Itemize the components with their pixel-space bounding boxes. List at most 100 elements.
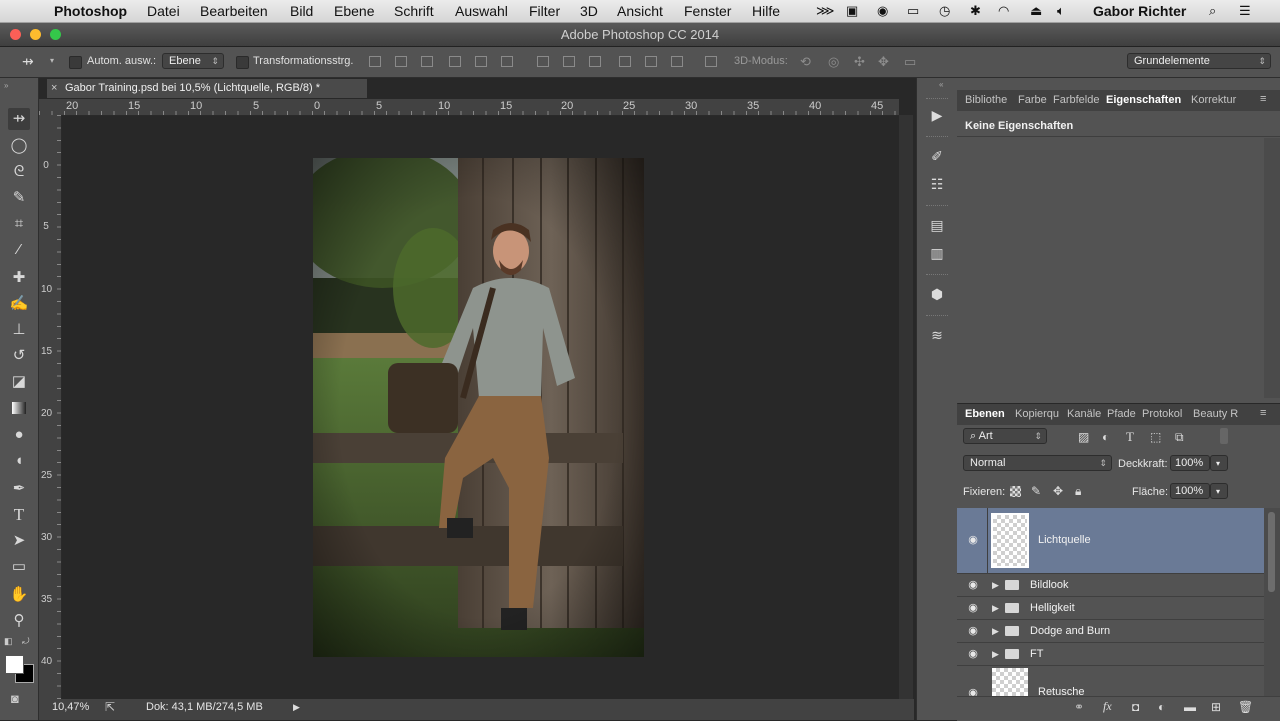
user-name[interactable]: Gabor Richter xyxy=(1093,3,1186,19)
new-group-icon[interactable]: ▬ xyxy=(1184,700,1196,714)
layer-row[interactable]: ◉ ▶ Helligkeit xyxy=(957,597,1264,620)
document-tab[interactable]: × Gabor Training.psd bei 10,5% (Lichtque… xyxy=(47,79,367,98)
gradient-tool-icon[interactable] xyxy=(8,397,30,419)
layer-name[interactable]: Lichtquelle xyxy=(1038,534,1091,546)
distribute-hcenter-icon[interactable] xyxy=(645,56,657,67)
align-bottom-icon[interactable] xyxy=(421,56,433,67)
layer-thumbnail[interactable] xyxy=(991,513,1029,568)
fill-slider-button[interactable]: ▾ xyxy=(1210,483,1228,499)
layer-name[interactable]: Dodge and Burn xyxy=(1030,625,1110,637)
eject-icon[interactable]: ⏏ xyxy=(1030,3,1042,19)
menu-ebene[interactable]: Ebene xyxy=(334,3,374,19)
properties-scrollbar[interactable] xyxy=(1264,138,1280,398)
vertical-ruler[interactable]: 0 5 10 15 20 25 30 35 40 xyxy=(39,115,62,699)
layer-name[interactable]: Bildlook xyxy=(1030,579,1069,591)
pen-tool-icon[interactable]: ✒ xyxy=(8,478,30,500)
layer-filter-dropdown[interactable]: ⌕ Art ⇕ xyxy=(963,428,1047,444)
visibility-eye-icon[interactable]: ◉ xyxy=(966,601,980,614)
opacity-field[interactable]: 100% xyxy=(1170,455,1210,471)
lock-pixels-icon[interactable]: ✎ xyxy=(1031,484,1041,498)
tab-kopierquelle[interactable]: Kopierqu xyxy=(1015,408,1059,420)
layer-row[interactable]: ◉ ▶ Dodge and Burn xyxy=(957,620,1264,643)
3d-camera-icon[interactable]: ▭ xyxy=(904,54,916,70)
tab-bibliotheken[interactable]: Bibliothe xyxy=(965,94,1007,106)
record-icon[interactable]: ◉ xyxy=(877,3,888,19)
menu-fenster[interactable]: Fenster xyxy=(684,3,731,19)
tab-korrekturen[interactable]: Korrektur xyxy=(1191,94,1236,106)
default-colors-icon[interactable]: ◧ xyxy=(4,636,13,647)
auto-select-checkbox[interactable] xyxy=(69,56,82,69)
new-adjustment-icon[interactable]: ◐ xyxy=(1158,700,1165,714)
align-top-icon[interactable] xyxy=(369,56,381,67)
zoom-tool-icon[interactable]: ⚲ xyxy=(8,610,30,632)
character-panel-icon[interactable]: ▤ xyxy=(926,214,948,236)
align-right-icon[interactable] xyxy=(501,56,513,67)
distribute-top-icon[interactable] xyxy=(537,56,549,67)
layer-comps-icon[interactable]: ≋ xyxy=(926,324,948,346)
elliptical-marquee-icon[interactable]: ◯ xyxy=(8,135,30,157)
volume-icon[interactable]: 🔈︎ xyxy=(1057,3,1065,19)
filter-pixel-icon[interactable]: ▨ xyxy=(1078,430,1089,444)
history-brush-icon[interactable]: ↺ xyxy=(8,345,30,367)
3d-panel-icon[interactable]: ⬢ xyxy=(926,283,948,305)
new-layer-icon[interactable]: ⊞ xyxy=(1211,700,1221,714)
lock-transparency-icon[interactable] xyxy=(1010,486,1021,497)
filter-toggle-switch[interactable] xyxy=(1220,428,1228,444)
eyedropper-icon[interactable]: ⁄ xyxy=(8,239,30,261)
layers-scroll-thumb[interactable] xyxy=(1268,512,1275,592)
layer-style-fx-icon[interactable]: fx xyxy=(1103,699,1112,714)
tab-ebenen[interactable]: Ebenen xyxy=(965,408,1005,420)
rectangle-tool-icon[interactable]: ▭ xyxy=(8,556,30,578)
tab-farbfelder[interactable]: Farbfelde xyxy=(1053,94,1099,106)
panel-menu-icon[interactable]: ≡ xyxy=(1260,407,1266,419)
quick-mask-icon[interactable]: ◙ xyxy=(11,691,19,706)
blur-tool-icon[interactable]: ● xyxy=(8,424,30,446)
align-vcenter-icon[interactable] xyxy=(395,56,407,67)
filter-adjustment-icon[interactable]: ◐ xyxy=(1102,430,1109,444)
menu-auswahl[interactable]: Auswahl xyxy=(455,3,508,19)
filter-shape-icon[interactable]: ⬚ xyxy=(1150,430,1161,444)
path-selection-icon[interactable]: ➤ xyxy=(8,530,30,552)
layer-row-selected[interactable]: ◉ Lichtquelle xyxy=(957,508,1264,574)
brush-settings-icon[interactable]: ☷ xyxy=(926,173,948,195)
menu-filter[interactable]: Filter xyxy=(529,3,560,19)
layer-row[interactable]: ◉ ▶ FT xyxy=(957,643,1264,666)
expand-group-icon[interactable]: ▶ xyxy=(992,626,999,637)
eraser-icon[interactable]: ◪ xyxy=(8,371,30,393)
notification-center-icon[interactable]: ☰ xyxy=(1239,3,1251,19)
spotlight-search-icon[interactable]: ⌕ xyxy=(1209,3,1216,19)
menu-bild[interactable]: Bild xyxy=(290,3,313,19)
brush-tool-icon[interactable]: ✍ xyxy=(8,293,30,315)
delete-layer-icon[interactable]: 🗑︎ xyxy=(1238,700,1253,714)
3d-slide-icon[interactable]: ✥ xyxy=(878,54,889,70)
3d-drag-icon[interactable]: ✣ xyxy=(854,54,865,70)
lasso-tool-icon[interactable]: ᘓ xyxy=(8,161,30,183)
share-icon[interactable]: ⇱ xyxy=(105,700,115,714)
tool-arrows-icon[interactable]: ⋙ xyxy=(816,3,835,19)
visibility-eye-icon[interactable]: ◉ xyxy=(966,624,980,637)
menu-schrift[interactable]: Schrift xyxy=(394,3,434,19)
menu-bearbeiten[interactable]: Bearbeiten xyxy=(200,3,268,19)
menu-ansicht[interactable]: Ansicht xyxy=(617,3,663,19)
close-document-icon[interactable]: × xyxy=(51,82,57,94)
align-hcenter-icon[interactable] xyxy=(475,56,487,67)
add-mask-icon[interactable]: ◘ xyxy=(1132,700,1139,714)
quick-selection-icon[interactable]: ✎ xyxy=(8,187,30,209)
expand-panels-icon[interactable]: « xyxy=(939,80,943,89)
distribute-left-icon[interactable] xyxy=(619,56,631,67)
tab-protokoll[interactable]: Protokol xyxy=(1142,408,1182,420)
lock-all-icon[interactable]: 🔒︎ xyxy=(1075,484,1081,499)
time-machine-icon[interactable]: ◷ xyxy=(939,3,950,19)
airplay-icon[interactable]: ▭ xyxy=(907,3,919,19)
layers-scrollbar[interactable] xyxy=(1264,508,1280,696)
menu-datei[interactable]: Datei xyxy=(147,3,180,19)
battery-app-icon[interactable]: ▣ xyxy=(846,3,858,19)
link-layers-icon[interactable]: ⚭ xyxy=(1074,700,1084,714)
3d-rotate-icon[interactable]: ⟲ xyxy=(800,54,811,70)
lock-position-icon[interactable]: ✥ xyxy=(1053,484,1063,498)
layer-row[interactable]: ◉ Retusche xyxy=(957,666,1264,696)
transform-controls-checkbox[interactable] xyxy=(236,56,249,69)
document-image[interactable] xyxy=(313,158,644,657)
healing-brush-icon[interactable]: ✚ xyxy=(8,267,30,289)
tab-pfade[interactable]: Pfade xyxy=(1107,408,1136,420)
